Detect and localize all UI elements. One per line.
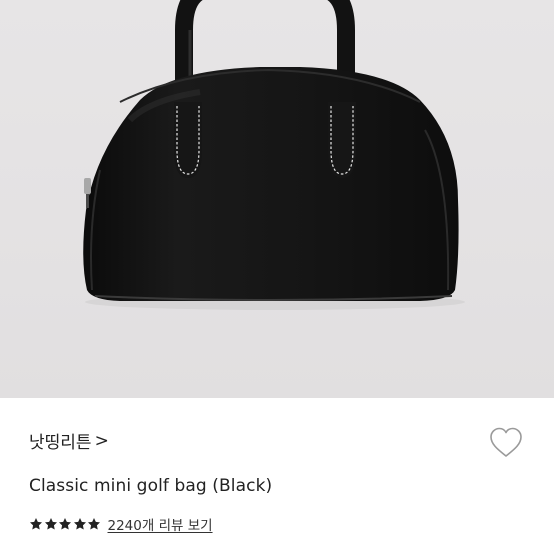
product-title: Classic mini golf bag (Black): [29, 476, 273, 496]
star-icon: [58, 518, 72, 530]
star-icon: [87, 518, 101, 530]
bag-illustration: [83, 0, 465, 310]
rating-stars: [29, 517, 102, 531]
chevron-right-icon: >: [94, 430, 109, 451]
star-icon: [44, 518, 57, 530]
brand-name: 낫띵리튼: [29, 433, 92, 453]
star-icon: [29, 518, 43, 530]
rating-row: 2240개 리뷰 보기: [29, 514, 213, 534]
product-image[interactable]: [0, 0, 554, 398]
brand-link[interactable]: 낫띵리튼 >: [29, 428, 109, 454]
heart-outline-icon: [490, 427, 522, 457]
star-icon: [73, 518, 86, 530]
product-info: 낫띵리튼 > Classic mini golf bag (Black) 224…: [0, 398, 554, 554]
review-link[interactable]: 2240개 리뷰 보기: [108, 514, 213, 534]
product-page: 낫띵리튼 > Classic mini golf bag (Black) 224…: [0, 0, 554, 554]
like-button[interactable]: [488, 425, 524, 461]
